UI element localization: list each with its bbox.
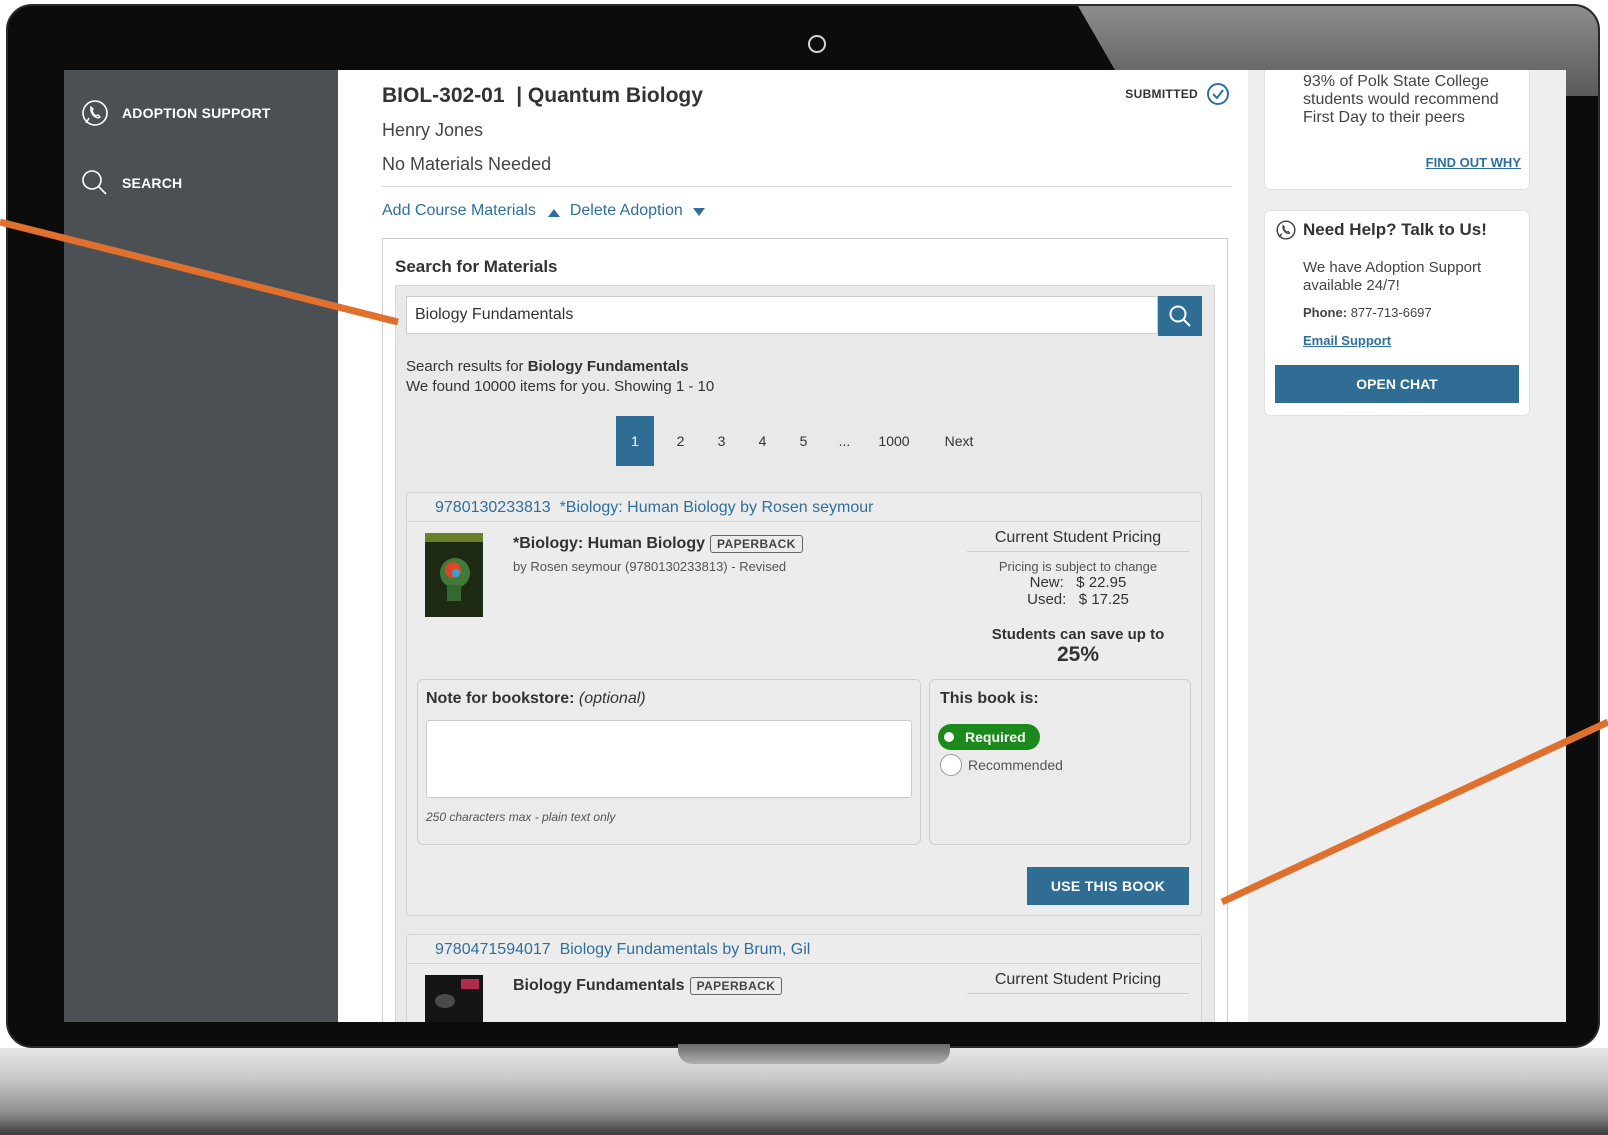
required-label: Required: [965, 729, 1026, 745]
bookstore-note-box: Note for bookstore: (optional) 250 chara…: [417, 679, 921, 845]
note-optional: (optional): [578, 690, 646, 707]
phone-number: 877-713-6697: [1350, 305, 1432, 320]
next-page-link[interactable]: Next: [923, 433, 995, 449]
results-query: Biology Fundamentals: [527, 358, 689, 375]
savings-percent: 25%: [1056, 643, 1100, 666]
sidebar-item-label: ADOPTION SUPPORT: [122, 105, 271, 121]
triangle-up-icon: [547, 209, 560, 217]
phone-label: Phone:: [1303, 305, 1348, 320]
pricing-heading: Current Student Pricing: [967, 529, 1189, 552]
help-title: Need Help? Talk to Us!: [1275, 219, 1487, 241]
format-badge: PAPERBACK: [710, 535, 803, 553]
requirement-box: This book is: Required Recommended: [929, 679, 1191, 845]
search-heading: Search for Materials: [395, 257, 558, 276]
sidebar-item-label: SEARCH: [122, 175, 183, 191]
result-card: 9780471594017 Biology Fundamentals by Br…: [406, 934, 1202, 1022]
email-support-link[interactable]: Email Support: [1303, 333, 1391, 348]
page-1[interactable]: 1: [616, 416, 654, 466]
book-cover-image: [425, 533, 483, 617]
pricing-block: Current Student Pricing Pricing is subje…: [967, 529, 1189, 667]
book-title-text: Biology Fundamentals: [513, 977, 685, 994]
adoption-actions: Add Course Materials Delete Adoption: [382, 202, 705, 220]
find-out-why-link[interactable]: FIND OUT WHY: [1426, 155, 1521, 170]
radio-selected-icon: [940, 728, 958, 746]
bookstore-note-textarea[interactable]: [426, 720, 912, 798]
sidebar-item-adoption-support[interactable]: ADOPTION SUPPORT: [80, 98, 271, 128]
page-5[interactable]: 5: [783, 433, 824, 449]
pricing-note: Pricing is subject to change: [998, 559, 1158, 574]
phone-bubble-icon: [1276, 220, 1296, 240]
page-2[interactable]: 2: [660, 433, 701, 449]
promo-card: 93% of Polk State College students would…: [1264, 70, 1530, 190]
delete-adoption-link[interactable]: Delete Adoption: [570, 202, 683, 220]
used-price: Used: $ 17.25: [1027, 591, 1129, 608]
help-title-text: Need Help? Talk to Us!: [1303, 220, 1487, 239]
savings-text: Students can save up to: [991, 626, 1165, 643]
recommended-radio[interactable]: Recommended: [940, 754, 1063, 776]
help-text: We have Adoption Support available 24/7!: [1303, 259, 1482, 294]
phone-bubble-icon: [82, 100, 108, 126]
status-badge: SUBMITTED: [1125, 82, 1230, 106]
divider: [382, 186, 1232, 187]
result-card: 9780130233813 *Biology: Human Biology by…: [406, 492, 1202, 916]
book-title: Biology Fundamentals PAPERBACK: [513, 977, 783, 995]
book-byline: by Rosen seymour (9780130233813) - Revis…: [513, 559, 787, 574]
results-prefix: Search results for: [406, 358, 528, 375]
use-this-book-button[interactable]: USE THIS BOOK: [1027, 867, 1189, 905]
right-panel: 93% of Polk State College students would…: [1248, 70, 1566, 1022]
radio-empty-icon: [940, 754, 962, 776]
materials-status: No Materials Needed: [382, 154, 552, 174]
search-button[interactable]: [1158, 296, 1202, 336]
instructor-name: Henry Jones: [382, 120, 484, 140]
note-label-text: Note for bookstore:: [426, 690, 575, 707]
search-panel: Search for Materials Search results for …: [382, 238, 1228, 1022]
help-card: Need Help? Talk to Us! We have Adoption …: [1264, 210, 1530, 416]
page-ellipsis: ...: [838, 433, 851, 449]
add-course-materials-link[interactable]: Add Course Materials: [382, 202, 536, 220]
format-badge: PAPERBACK: [689, 977, 783, 995]
page-3[interactable]: 3: [701, 433, 742, 449]
status-label: SUBMITTED: [1125, 87, 1198, 101]
camera-icon: [808, 35, 826, 53]
laptop-hinge: [678, 1044, 950, 1064]
promo-text: 93% of Polk State College students would…: [1303, 73, 1499, 126]
book-cover-image: [425, 975, 483, 1022]
page-1000[interactable]: 1000: [865, 433, 923, 449]
note-label: Note for bookstore: (optional): [426, 690, 646, 708]
open-chat-button[interactable]: OPEN CHAT: [1275, 365, 1519, 403]
page-4[interactable]: 4: [742, 433, 783, 449]
pricing-heading: Current Student Pricing: [967, 971, 1189, 994]
search-icon: [1169, 305, 1191, 327]
search-icon: [82, 170, 107, 195]
sidebar-item-search[interactable]: SEARCH: [80, 168, 182, 198]
search-input[interactable]: [406, 296, 1158, 334]
book-title: *Biology: Human Biology PAPERBACK: [513, 535, 803, 553]
note-hint: 250 characters max - plain text only: [426, 810, 616, 824]
triangle-down-icon: [692, 208, 705, 216]
requirement-label: This book is:: [940, 690, 1039, 707]
app-screen: ADOPTION SUPPORT SEARCH BIOL-302-01 | Qu…: [64, 70, 1566, 1022]
results-summary: Search results for Biology Fundamentals: [406, 358, 689, 375]
book-title-text: *Biology: Human Biology: [513, 535, 705, 552]
new-price: New: $ 22.95: [1029, 574, 1127, 591]
result-header-link[interactable]: 9780130233813 *Biology: Human Biology by…: [407, 493, 1201, 522]
results-count: We found 10000 items for you. Showing 1 …: [406, 378, 715, 395]
phone-line: Phone: 877-713-6697: [1303, 305, 1432, 320]
sidebar: ADOPTION SUPPORT SEARCH: [64, 70, 338, 1022]
pagination: 1 2 3 4 5 ... 1000 Next: [616, 416, 995, 466]
course-title: BIOL-302-01 | Quantum Biology: [382, 84, 703, 107]
recommended-label: Recommended: [968, 757, 1063, 773]
required-radio[interactable]: Required: [938, 724, 1040, 750]
pricing-block: Current Student Pricing: [967, 971, 1189, 994]
check-circle-icon: [1207, 83, 1229, 105]
adoption-content: BIOL-302-01 | Quantum Biology SUBMITTED …: [338, 70, 1248, 1022]
result-header-link[interactable]: 9780471594017 Biology Fundamentals by Br…: [407, 935, 1201, 964]
search-area: Search results for Biology Fundamentals …: [395, 285, 1215, 1022]
